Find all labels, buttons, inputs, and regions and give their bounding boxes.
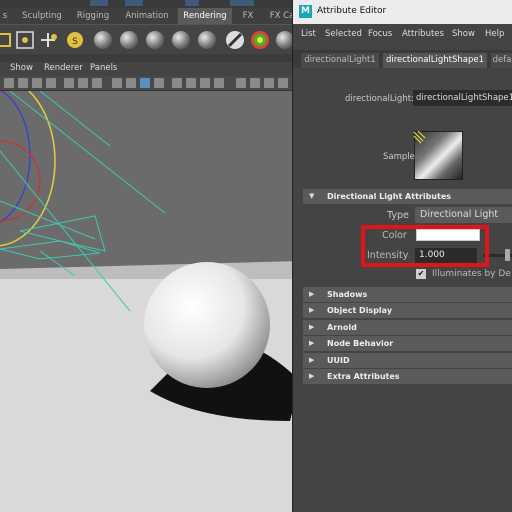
light-manipulator-ring-yellow bbox=[0, 91, 56, 247]
sphere-material-icon[interactable] bbox=[172, 31, 190, 49]
shelf-tab[interactable]: s bbox=[0, 8, 10, 24]
color-wheel-icon[interactable] bbox=[249, 29, 271, 51]
viewport-menu-bar: Show Renderer Panels bbox=[0, 62, 300, 76]
render-region-icon[interactable] bbox=[14, 29, 36, 51]
sample-label: Sample bbox=[383, 152, 415, 162]
scene-render bbox=[0, 91, 300, 512]
menu-attributes[interactable]: Attributes bbox=[402, 29, 444, 39]
section-label: Node Behavior bbox=[327, 339, 394, 348]
type-label: Type bbox=[387, 210, 409, 221]
menu-show[interactable]: Show bbox=[10, 63, 33, 73]
shadows-icon[interactable] bbox=[186, 78, 196, 88]
tab-default[interactable]: defa bbox=[491, 53, 512, 68]
section-label: Arnold bbox=[327, 323, 357, 332]
shelf-tab-rendering[interactable]: Rendering bbox=[178, 8, 232, 24]
chevron-right-icon: ▶ bbox=[309, 339, 315, 347]
render-view-icon[interactable]: S bbox=[64, 29, 86, 51]
wireframe-on-shaded-icon[interactable] bbox=[140, 78, 150, 88]
viewport-toolbar bbox=[0, 76, 300, 91]
section-label: Extra Attributes bbox=[327, 372, 400, 381]
section-uuid[interactable]: ▶ UUID bbox=[303, 353, 512, 368]
camera-icon[interactable] bbox=[4, 78, 14, 88]
intensity-slider-handle[interactable] bbox=[505, 249, 510, 261]
chevron-right-icon: ▶ bbox=[309, 356, 315, 364]
shelf-separator bbox=[0, 54, 300, 62]
image-plane-icon[interactable] bbox=[46, 78, 56, 88]
node-name-label: directionalLight: bbox=[345, 94, 414, 104]
xray-joints-icon[interactable] bbox=[264, 78, 274, 88]
attribute-editor-panel: M Attribute Editor List Selected Focus A… bbox=[292, 0, 512, 512]
chevron-right-icon: ▶ bbox=[309, 372, 315, 380]
shelf-tab-rigging[interactable]: Rigging bbox=[72, 8, 114, 24]
paint-brush-icon[interactable] bbox=[224, 29, 246, 51]
grid-icon[interactable] bbox=[64, 78, 74, 88]
sphere-object bbox=[144, 262, 270, 388]
illuminates-by-default-label: Illuminates by De bbox=[432, 269, 511, 279]
svg-text:S: S bbox=[72, 37, 78, 47]
sphere-material-icon[interactable] bbox=[146, 31, 164, 49]
illuminates-by-default-checkbox[interactable]: ✔ bbox=[416, 269, 426, 279]
shelf-tab-sculpting[interactable]: Sculpting bbox=[18, 8, 66, 24]
menu-show[interactable]: Show bbox=[452, 29, 475, 39]
chevron-right-icon: ▶ bbox=[309, 290, 315, 298]
section-label: Directional Light Attributes bbox=[327, 192, 452, 201]
chevron-right-icon: ▶ bbox=[309, 306, 315, 314]
menu-help[interactable]: Help bbox=[485, 29, 504, 39]
isolate-select-icon[interactable] bbox=[236, 78, 246, 88]
section-extra-attributes[interactable]: ▶ Extra Attributes bbox=[303, 369, 512, 384]
ipr-render-icon[interactable] bbox=[38, 29, 60, 51]
highlight-box bbox=[361, 225, 489, 267]
tab-directionallight1[interactable]: directionalLight1 bbox=[301, 53, 379, 68]
shelf: S bbox=[0, 24, 300, 55]
attribute-editor-titlebar[interactable]: M Attribute Editor bbox=[293, 0, 512, 24]
light-manipulator-ring-blue bbox=[0, 91, 31, 223]
menu-list[interactable]: List bbox=[301, 29, 316, 39]
menu-renderer[interactable]: Renderer bbox=[44, 63, 83, 73]
sphere-material-icon[interactable] bbox=[120, 31, 138, 49]
sphere-material-icon[interactable] bbox=[198, 31, 216, 49]
bookmark-icon[interactable] bbox=[32, 78, 42, 88]
section-label: Shadows bbox=[327, 290, 368, 299]
node-tab-bar: directionalLight1 directionalLightShape1… bbox=[293, 50, 512, 68]
node-name-field[interactable]: directionalLightShape1 bbox=[413, 90, 512, 106]
section-arnold[interactable]: ▶ Arnold bbox=[303, 320, 512, 335]
window-title: Attribute Editor bbox=[317, 6, 387, 16]
section-directional-light-attributes[interactable]: ▼ Directional Light Attributes bbox=[303, 189, 512, 204]
textured-icon[interactable] bbox=[154, 78, 164, 88]
directional-light-icon bbox=[413, 130, 426, 144]
chevron-down-icon: ▼ bbox=[309, 192, 315, 200]
xray-components-icon[interactable] bbox=[278, 78, 288, 88]
section-label: Object Display bbox=[327, 306, 393, 315]
chevron-right-icon: ▶ bbox=[309, 323, 315, 331]
sphere-material-icon[interactable] bbox=[94, 31, 112, 49]
wireframe-icon[interactable] bbox=[112, 78, 122, 88]
xray-icon[interactable] bbox=[250, 78, 260, 88]
section-shadows[interactable]: ▶ Shadows bbox=[303, 287, 512, 302]
attribute-editor-menu-bar: List Selected Focus Attributes Show Help bbox=[293, 24, 512, 44]
section-node-behavior[interactable]: ▶ Node Behavior bbox=[303, 336, 512, 351]
tab-directionallightshape1[interactable]: directionalLightShape1 bbox=[383, 53, 487, 68]
smooth-shade-icon[interactable] bbox=[126, 78, 136, 88]
screen-space-ao-icon[interactable] bbox=[200, 78, 210, 88]
menu-selected[interactable]: Selected bbox=[325, 29, 362, 39]
camera-attributes-icon[interactable] bbox=[18, 78, 28, 88]
ground-edge bbox=[0, 261, 300, 279]
resolution-gate-icon[interactable] bbox=[92, 78, 102, 88]
type-dropdown[interactable]: Directional Light bbox=[415, 207, 512, 223]
section-object-display[interactable]: ▶ Object Display bbox=[303, 303, 512, 318]
menu-focus[interactable]: Focus bbox=[368, 29, 392, 39]
maya-logo-icon: M bbox=[299, 5, 312, 18]
use-all-lights-icon[interactable] bbox=[172, 78, 182, 88]
film-gate-icon[interactable] bbox=[78, 78, 88, 88]
shelf-tab-animation[interactable]: Animation bbox=[120, 8, 174, 24]
scene-viewport[interactable] bbox=[0, 91, 300, 512]
shelf-tab-fx[interactable]: FX bbox=[236, 8, 260, 24]
section-label: UUID bbox=[327, 356, 350, 365]
menu-panels[interactable]: Panels bbox=[90, 63, 117, 73]
motion-blur-icon[interactable] bbox=[214, 78, 224, 88]
